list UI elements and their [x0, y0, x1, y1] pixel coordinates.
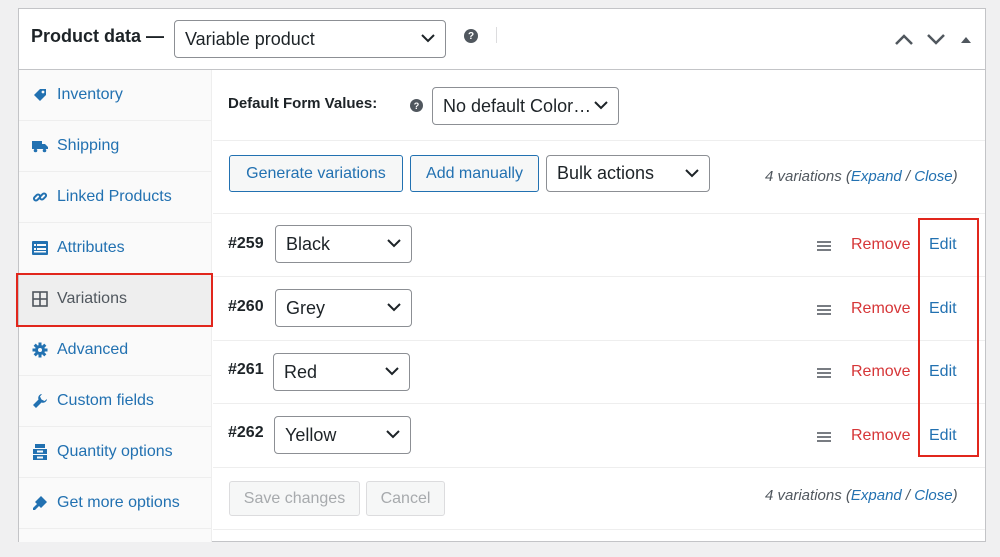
- triangle-up-icon[interactable]: [959, 31, 973, 47]
- bulk-actions-select[interactable]: Bulk actions: [546, 155, 710, 192]
- divider: [213, 213, 985, 214]
- expand-link[interactable]: Expand: [851, 168, 902, 185]
- chevron-down-icon: [594, 101, 608, 110]
- variation-attribute-select[interactable]: Grey: [275, 289, 412, 327]
- question-circle-icon[interactable]: ?: [410, 99, 423, 112]
- variation-attribute-value: Red: [284, 361, 318, 382]
- variation-attribute-value: Grey: [286, 297, 326, 318]
- variation-id: #261: [228, 361, 264, 378]
- edit-variation-link[interactable]: Edit: [929, 300, 957, 318]
- expand-link[interactable]: Expand: [851, 487, 902, 504]
- divider: [213, 340, 985, 341]
- divider: [213, 140, 985, 141]
- count-separator: /: [901, 487, 915, 504]
- tab-linked-products[interactable]: Linked Products: [19, 172, 212, 223]
- tab-get-more-options[interactable]: Get more options: [19, 478, 212, 529]
- tab-label: Variations: [57, 290, 127, 307]
- default-color-select[interactable]: No default Color…: [432, 87, 619, 125]
- tag-icon: [34, 89, 46, 101]
- tab-label: Get more options: [57, 494, 180, 511]
- count-end: ): [952, 487, 958, 504]
- generate-variations-button[interactable]: Generate variations: [229, 155, 403, 192]
- gear-icon: [32, 342, 48, 358]
- tab-custom-fields[interactable]: Custom fields: [19, 376, 212, 427]
- count-separator: /: [901, 168, 915, 185]
- chevron-down-icon: [387, 303, 401, 312]
- remove-variation-link[interactable]: Remove: [851, 427, 911, 445]
- chevron-down-icon[interactable]: [926, 31, 946, 47]
- tab-label: Inventory: [57, 86, 123, 103]
- count-text: 4 variations (: [765, 168, 851, 185]
- wrench-icon: [33, 394, 47, 408]
- tab-advanced[interactable]: Advanced: [19, 325, 212, 376]
- remove-variation-link[interactable]: Remove: [851, 236, 911, 254]
- drag-handle-icon[interactable]: [817, 305, 831, 315]
- save-changes-button[interactable]: Save changes: [229, 481, 360, 516]
- variations-count: 4 variations (Expand / Close): [765, 487, 958, 504]
- variation-attribute-select[interactable]: Black: [275, 225, 412, 263]
- panel-title: Product data —: [31, 26, 165, 46]
- chevron-down-icon: [386, 430, 400, 439]
- remove-variation-link[interactable]: Remove: [851, 363, 911, 381]
- edit-variation-link[interactable]: Edit: [929, 236, 957, 254]
- chevron-down-icon: [685, 168, 699, 177]
- variation-id: #260: [228, 298, 264, 315]
- stack-icon: [33, 444, 47, 460]
- variation-attribute-select[interactable]: Red: [273, 353, 410, 391]
- variation-attribute-select[interactable]: Yellow: [274, 416, 411, 454]
- chevron-down-icon: [385, 367, 399, 376]
- tab-label: Quantity options: [57, 443, 173, 460]
- variation-attribute-value: Black: [286, 233, 331, 254]
- tab-quantity-options[interactable]: Quantity options: [19, 427, 212, 478]
- count-text: 4 variations (: [765, 487, 851, 504]
- remove-variation-link[interactable]: Remove: [851, 300, 911, 318]
- truck-icon: [32, 141, 48, 153]
- chevron-down-icon: [387, 239, 401, 248]
- divider: [213, 529, 985, 530]
- tab-variations[interactable]: Variations: [19, 274, 212, 325]
- drag-handle-icon[interactable]: [817, 368, 831, 378]
- tab-label: Shipping: [57, 137, 120, 154]
- default-form-values-label: Default Form Values:: [228, 95, 378, 112]
- list-icon: [32, 241, 48, 255]
- question-circle-icon[interactable]: ?: [464, 29, 478, 43]
- panel-header: Product data — Variable product ?: [19, 9, 985, 70]
- variations-count: 4 variations (Expand / Close): [765, 168, 958, 185]
- drag-handle-icon[interactable]: [817, 432, 831, 442]
- tab-inventory[interactable]: Inventory: [19, 70, 212, 121]
- tab-label: Linked Products: [57, 188, 172, 205]
- chevron-up-icon[interactable]: [894, 31, 914, 47]
- product-data-panel: Product data — Variable product ? Invent…: [16, 8, 986, 542]
- count-end: ): [952, 168, 958, 185]
- product-type-value: Variable product: [185, 28, 315, 49]
- cancel-button[interactable]: Cancel: [366, 481, 445, 516]
- chevron-down-icon: [421, 34, 435, 43]
- tab-shipping[interactable]: Shipping: [19, 121, 212, 172]
- bulk-actions-value: Bulk actions: [557, 163, 655, 183]
- variations-panel: Default Form Values: ? No default Color……: [213, 70, 985, 542]
- product-data-tabs: Inventory Shipping Linked Products Attri…: [19, 70, 212, 542]
- plug-icon: [33, 496, 47, 510]
- header-divider: [496, 27, 497, 43]
- tab-label: Attributes: [57, 239, 125, 256]
- tab-label: Custom fields: [57, 392, 154, 409]
- close-link[interactable]: Close: [914, 487, 952, 504]
- divider: [213, 467, 985, 468]
- tab-attributes[interactable]: Attributes: [19, 223, 212, 274]
- divider: [213, 276, 985, 277]
- grid-icon: [32, 291, 48, 307]
- edit-variation-link[interactable]: Edit: [929, 427, 957, 445]
- add-manually-button[interactable]: Add manually: [410, 155, 539, 192]
- variation-id: #262: [228, 424, 264, 441]
- tab-label: Advanced: [57, 341, 129, 358]
- variation-id: #259: [228, 235, 264, 252]
- variation-attribute-value: Yellow: [285, 424, 337, 445]
- edit-variation-link[interactable]: Edit: [929, 363, 957, 381]
- divider: [213, 403, 985, 404]
- drag-handle-icon[interactable]: [817, 241, 831, 251]
- product-type-select[interactable]: Variable product: [174, 20, 446, 58]
- link-icon: [32, 192, 48, 202]
- default-color-value: No default Color…: [443, 95, 592, 116]
- close-link[interactable]: Close: [914, 168, 952, 185]
